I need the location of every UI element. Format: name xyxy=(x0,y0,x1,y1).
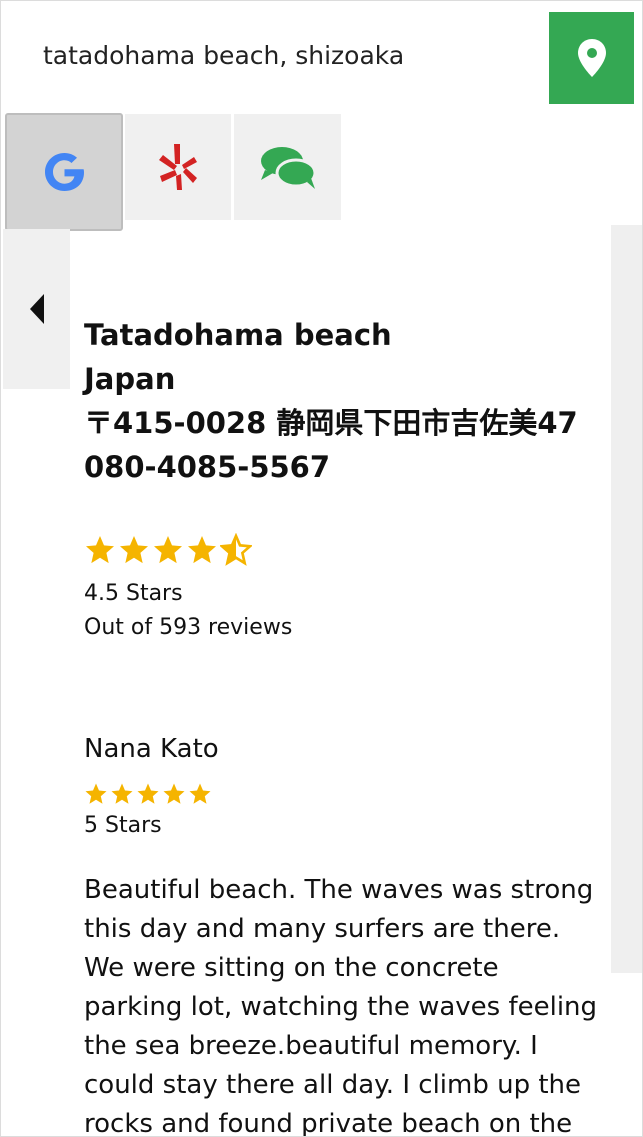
scroll-track[interactable] xyxy=(611,225,642,973)
locate-button[interactable] xyxy=(549,12,634,104)
place-title: Tatadohama beach xyxy=(84,318,392,352)
app-frame: Tatadohama beach Japan 〒415-0028 静岡県下田市吉… xyxy=(0,0,643,1137)
tab-google[interactable] xyxy=(5,113,123,231)
yelp-burst-icon xyxy=(159,144,197,190)
review-item: Nana Kato 5 Stars Beautiful beach. The w… xyxy=(84,731,604,1137)
place-rating-text: 4.5 Stars xyxy=(84,581,183,606)
star-half-icon xyxy=(220,533,252,566)
star-full-icon xyxy=(111,783,133,804)
caret-left-icon xyxy=(29,294,44,324)
chat-bubbles-icon xyxy=(260,147,316,189)
google-g-icon xyxy=(45,153,84,191)
tab-yelp[interactable] xyxy=(125,114,231,220)
review-body: Beautiful beach. The waves was strong th… xyxy=(84,875,598,1137)
map-pin-icon xyxy=(577,39,606,77)
place-reviews-count: Out of 593 reviews xyxy=(84,615,293,640)
place-address: 〒415-0028 静岡県下田市吉佐美47 xyxy=(84,406,578,440)
previous-button[interactable] xyxy=(3,229,70,389)
star-full-icon xyxy=(188,536,216,564)
star-full-icon xyxy=(189,783,211,804)
star-full-icon xyxy=(137,783,159,804)
star-full-icon xyxy=(86,536,114,564)
star-full-icon xyxy=(120,536,148,564)
tab-chat[interactable] xyxy=(234,114,341,220)
place-details: Tatadohama beach Japan 〒415-0028 静岡県下田市吉… xyxy=(84,311,604,1137)
place-country: Japan xyxy=(84,362,176,396)
review-rating-text: 5 Stars xyxy=(84,813,162,838)
reviewer-name: Nana Kato xyxy=(84,734,219,764)
place-rating-stars xyxy=(84,533,604,573)
star-full-icon xyxy=(163,783,185,804)
search-input[interactable] xyxy=(29,19,529,91)
star-full-icon xyxy=(85,783,107,804)
place-phone: 080-4085-5567 xyxy=(84,450,331,484)
review-rating-stars xyxy=(84,781,604,809)
star-full-icon xyxy=(154,536,182,564)
